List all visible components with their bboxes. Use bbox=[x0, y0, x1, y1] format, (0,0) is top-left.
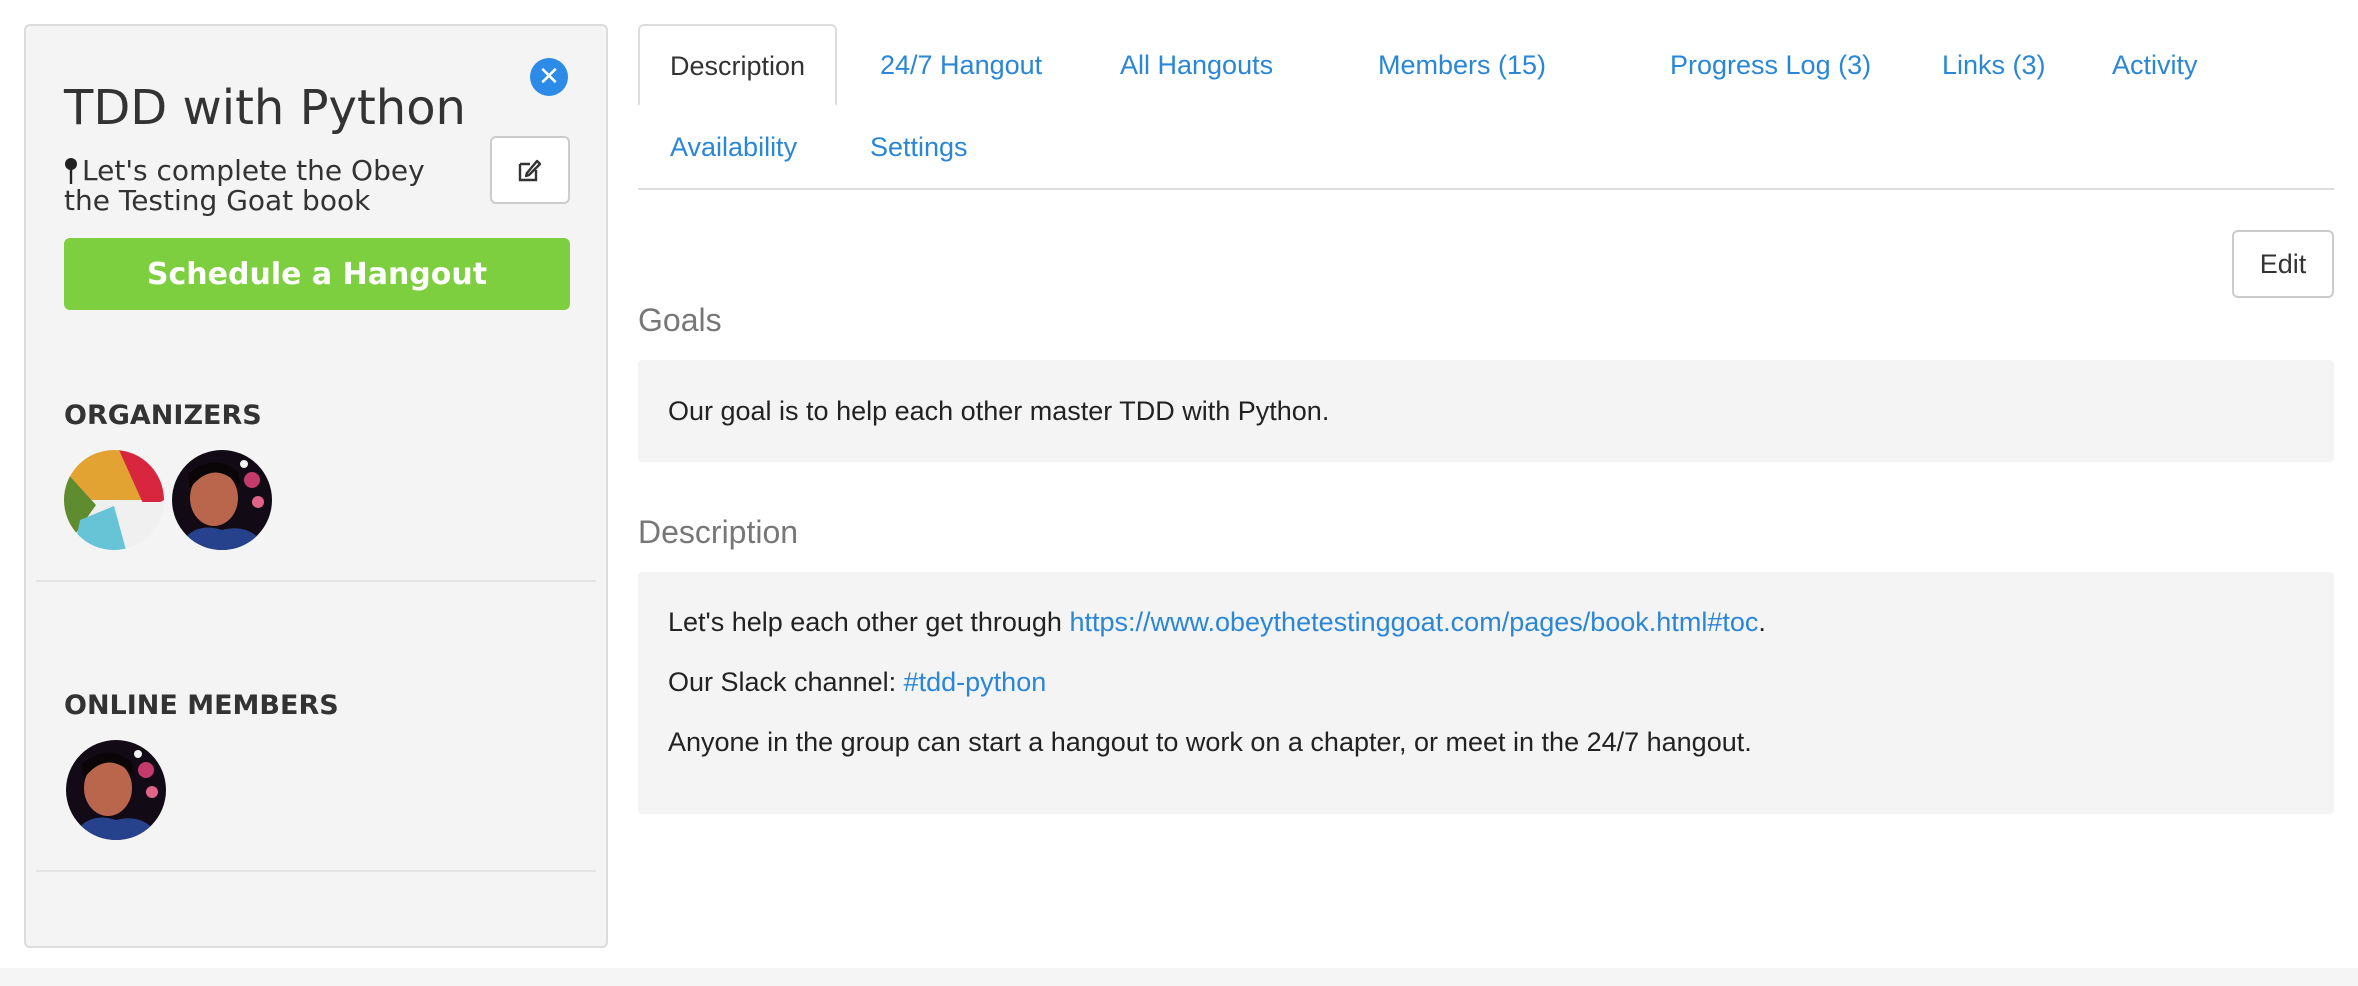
slack-label: Our Slack channel: bbox=[668, 667, 904, 697]
description-panel: Let's help each other get through https:… bbox=[638, 572, 2334, 814]
description-heading: Description bbox=[638, 514, 799, 550]
description-text: Let's help each other get through bbox=[668, 607, 1070, 637]
tab-activity[interactable]: Activity bbox=[2080, 24, 2230, 106]
project-tabs: Description 24/7 Hangout All Hangouts Me… bbox=[638, 24, 2334, 190]
tab-description[interactable]: Description bbox=[638, 24, 838, 106]
description-line-2: Our Slack channel: #tdd-python bbox=[668, 664, 2304, 700]
tab-members[interactable]: Members (15) bbox=[1346, 24, 1578, 106]
slack-channel-link[interactable]: #tdd-python bbox=[904, 667, 1047, 697]
tab-links[interactable]: Links (3) bbox=[1910, 24, 2078, 106]
book-link[interactable]: https://www.obeythetestinggoat.com/pages… bbox=[1069, 607, 1758, 637]
goals-heading: Goals bbox=[638, 302, 722, 338]
project-title: TDD with Python bbox=[64, 80, 466, 136]
online-members-heading: ONLINE MEMBERS bbox=[64, 690, 339, 721]
tab-settings[interactable]: Settings bbox=[838, 106, 1000, 188]
avatar-photo bbox=[172, 450, 272, 550]
tab-progress-log[interactable]: Progress Log (3) bbox=[1638, 24, 1903, 106]
map-pin-icon bbox=[65, 158, 77, 184]
close-icon[interactable]: ✕ bbox=[530, 58, 568, 96]
description-line-3: Anyone in the group can start a hangout … bbox=[668, 727, 1752, 757]
goals-text: Our goal is to help each other master TD… bbox=[668, 396, 1330, 426]
organizers-heading: ORGANIZERS bbox=[64, 400, 262, 431]
sidebar-divider bbox=[36, 870, 596, 872]
project-tagline: Let's complete the Obey the Testing Goat… bbox=[64, 156, 474, 216]
avatar-image bbox=[64, 450, 164, 550]
description-line-1: Let's help each other get through https:… bbox=[668, 604, 2304, 640]
avatar-photo bbox=[66, 740, 166, 840]
tab-247-hangout[interactable]: 24/7 Hangout bbox=[848, 24, 1074, 106]
description-punctuation: . bbox=[1758, 607, 1766, 637]
footer-strip bbox=[0, 968, 2358, 986]
tab-availability[interactable]: Availability bbox=[638, 106, 829, 188]
tabs-divider bbox=[638, 188, 2334, 190]
organizer-avatar-2[interactable] bbox=[172, 450, 272, 550]
sidebar-divider bbox=[36, 580, 596, 582]
edit-project-button[interactable] bbox=[490, 136, 570, 204]
online-member-avatar[interactable] bbox=[66, 740, 166, 840]
tagline-text: Let's complete the Obey the Testing Goat… bbox=[64, 154, 425, 217]
edit-description-button[interactable]: Edit bbox=[2232, 230, 2334, 298]
organizer-avatar-1[interactable] bbox=[64, 450, 164, 550]
goals-panel: Our goal is to help each other master TD… bbox=[638, 360, 2334, 462]
project-sidebar: ✕ TDD with Python Let's complete the Obe… bbox=[24, 24, 608, 948]
pencil-square-icon bbox=[518, 159, 542, 182]
schedule-hangout-button[interactable]: Schedule a Hangout bbox=[64, 238, 570, 310]
tab-all-hangouts[interactable]: All Hangouts bbox=[1088, 24, 1305, 106]
